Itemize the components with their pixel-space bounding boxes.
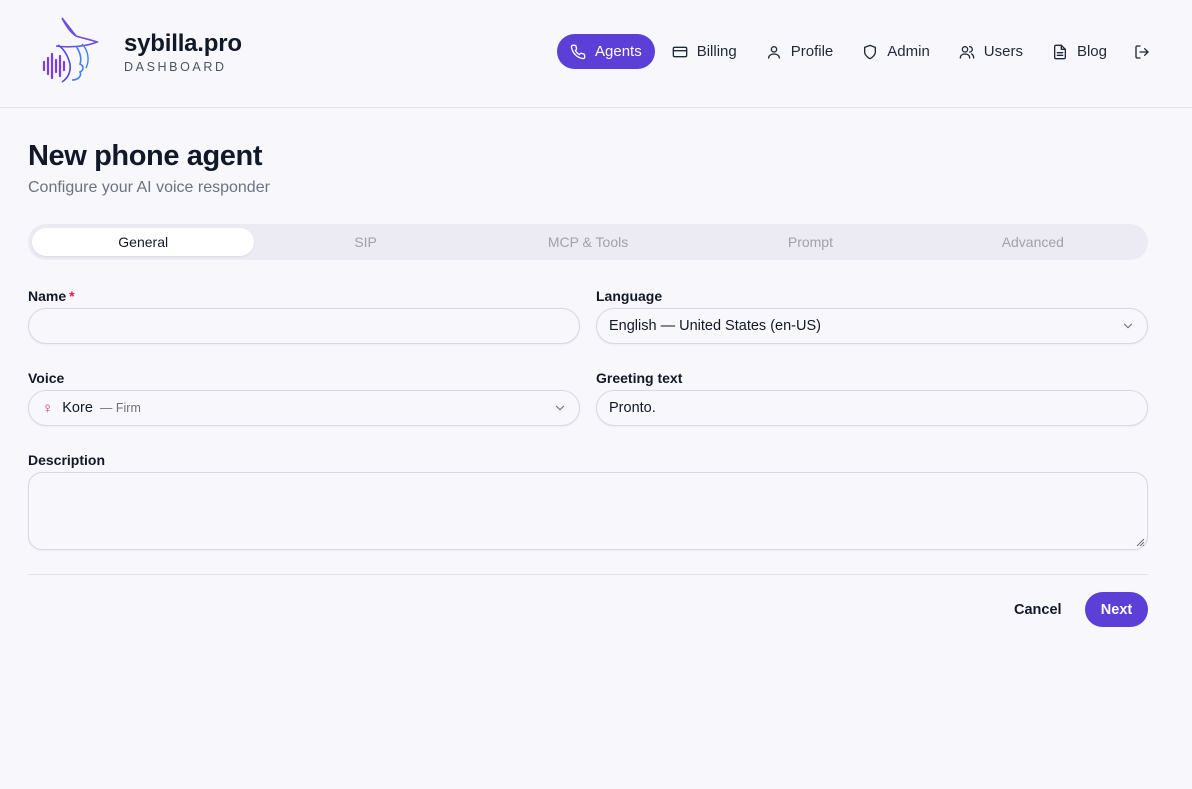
name-label: Name *	[28, 288, 75, 304]
voice-value: Kore	[62, 400, 93, 416]
greeting-field[interactable]	[596, 390, 1148, 426]
users-icon	[959, 44, 975, 60]
nav-item-blog[interactable]: Blog	[1040, 34, 1119, 69]
voice-select[interactable]: ♀ Kore — Firm	[28, 390, 580, 426]
nav-item-billing[interactable]: Billing	[660, 34, 749, 69]
language-select[interactable]: English — United States (en-US)	[596, 308, 1148, 344]
greeting-input[interactable]	[609, 400, 1135, 416]
required-mark: *	[69, 288, 75, 304]
nav-item-profile[interactable]: Profile	[754, 34, 846, 69]
name-input[interactable]	[41, 318, 567, 334]
logout-button[interactable]	[1124, 34, 1160, 69]
nav-item-admin[interactable]: Admin	[850, 34, 942, 69]
top-header: sybilla.pro DASHBOARD Agents Billing Pro…	[0, 0, 1192, 108]
page-title: New phone agent	[28, 140, 263, 172]
document-icon	[1052, 44, 1068, 60]
footer-divider	[28, 574, 1148, 575]
name-field[interactable]	[28, 308, 580, 344]
nav-label-profile: Profile	[790, 43, 834, 60]
credit-card-icon	[672, 44, 688, 60]
next-button[interactable]: Next	[1085, 592, 1148, 627]
nav-item-agents[interactable]: Agents	[557, 34, 655, 69]
form-tabs: General SIP MCP & Tools Prompt Advanced	[28, 224, 1148, 260]
tab-sip[interactable]: SIP	[254, 228, 476, 256]
chevron-down-icon	[1123, 323, 1133, 329]
voice-label: Voice	[28, 370, 65, 386]
description-label: Description	[28, 452, 106, 468]
description-textarea[interactable]	[28, 472, 1148, 550]
tab-prompt[interactable]: Prompt	[699, 228, 921, 256]
language-label: Language	[596, 288, 663, 304]
tab-advanced[interactable]: Advanced	[922, 228, 1144, 256]
greeting-label: Greeting text	[596, 370, 683, 386]
shield-icon	[862, 44, 878, 60]
user-icon	[766, 44, 782, 60]
language-value: English — United States (en-US)	[609, 318, 821, 334]
nav-item-users[interactable]: Users	[947, 34, 1035, 69]
brand-name: sybilla.pro	[124, 30, 242, 57]
logout-icon	[1134, 44, 1150, 60]
cancel-button[interactable]: Cancel	[1001, 592, 1075, 627]
nav-label-agents: Agents	[595, 43, 642, 60]
phone-icon	[570, 44, 586, 60]
chevron-down-icon	[555, 405, 565, 411]
voice-description: — Firm	[99, 401, 141, 415]
main-nav: Agents Billing Profile Admin Users Blog	[557, 34, 1165, 69]
female-icon: ♀	[42, 399, 54, 417]
page-subtitle: Configure your AI voice responder	[28, 179, 270, 196]
tab-general[interactable]: General	[32, 228, 255, 256]
name-label-text: Name	[28, 288, 67, 304]
brand-subtitle: DASHBOARD	[124, 60, 227, 74]
resize-handle-icon[interactable]	[1135, 537, 1145, 547]
nav-label-billing: Billing	[696, 43, 737, 60]
nav-label-admin: Admin	[887, 43, 930, 60]
witch-logo-icon	[42, 17, 100, 83]
nav-label-users: Users	[983, 43, 1023, 60]
tab-mcp-tools[interactable]: MCP & Tools	[477, 228, 699, 256]
nav-label-blog: Blog	[1076, 43, 1107, 60]
